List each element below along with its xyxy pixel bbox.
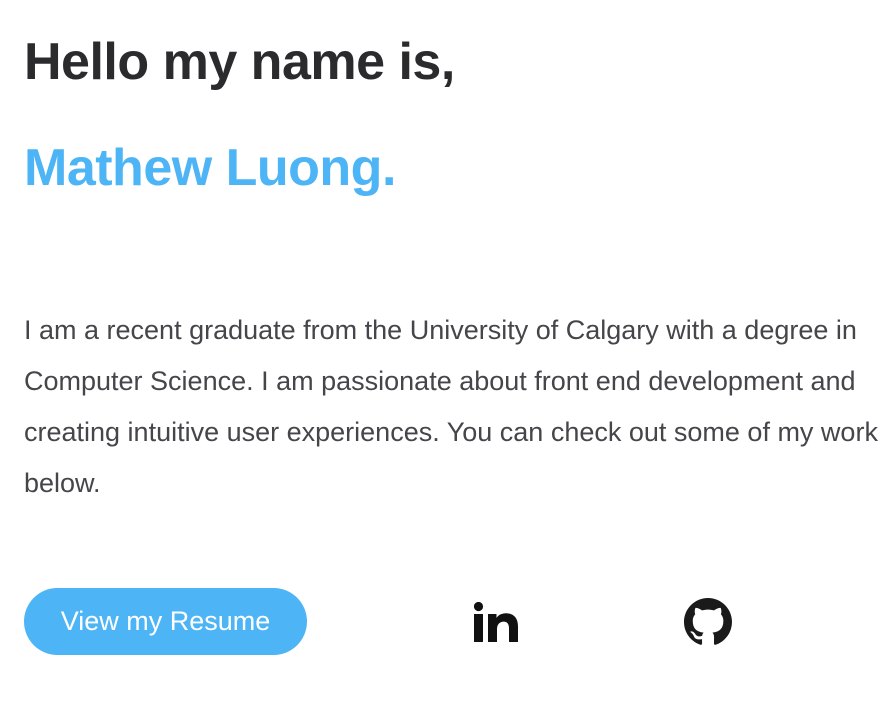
github-icon (684, 597, 732, 646)
action-bar: View my Resume (24, 588, 884, 656)
linkedin-link[interactable] (470, 588, 522, 655)
name-heading: Mathew Luong. (24, 139, 396, 197)
view-resume-button[interactable]: View my Resume (24, 588, 307, 655)
linkedin-icon (474, 601, 518, 642)
greeting-heading: Hello my name is, (24, 33, 455, 91)
bio-text: I am a recent graduate from the Universi… (24, 315, 878, 498)
github-link[interactable] (682, 588, 734, 655)
